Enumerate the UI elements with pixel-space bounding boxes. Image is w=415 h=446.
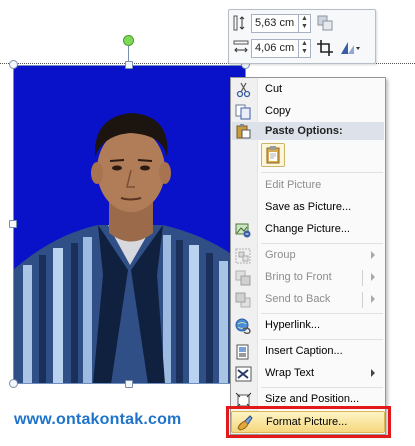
- paste-keep-formatting-button[interactable]: [261, 143, 285, 167]
- picture-styles-icon[interactable]: [339, 39, 360, 57]
- menu-separator: [261, 313, 383, 314]
- copy-icon: [235, 104, 252, 120]
- height-spinner[interactable]: ▲ ▼: [299, 13, 311, 33]
- group-icon: [235, 248, 252, 264]
- menu-item-insert-caption[interactable]: Insert Caption...: [231, 341, 385, 363]
- paste-options-header: Paste Options:: [232, 122, 384, 140]
- menu-item-bring-to-front[interactable]: Bring to Front: [231, 267, 385, 289]
- menu-item-cut[interactable]: Cut: [231, 79, 385, 101]
- menu-separator: [261, 387, 383, 388]
- rotate-handle[interactable]: [123, 35, 134, 46]
- menu-label-send-to-back: Send to Back: [265, 293, 331, 305]
- send-to-back-icon: [235, 292, 252, 308]
- menu-label-save-as-picture: Save as Picture...: [265, 201, 352, 213]
- resize-handle-bottom-left[interactable]: [9, 379, 18, 388]
- resize-handle-left[interactable]: [9, 220, 17, 228]
- crop-icon[interactable]: [316, 39, 334, 57]
- submenu-arrow-icon: [371, 273, 375, 281]
- resize-handle-bottom[interactable]: [125, 380, 133, 388]
- menu-label-cut: Cut: [265, 83, 283, 95]
- menu-label-bring-to-front: Bring to Front: [265, 271, 332, 283]
- menu-item-send-to-back[interactable]: Send to Back: [231, 289, 385, 311]
- menu-separator: [261, 243, 383, 244]
- paste-icon: [235, 123, 251, 139]
- menu-label-wrap-text: Wrap Text: [265, 367, 315, 379]
- scissors-icon: [235, 82, 252, 98]
- menu-label-hyperlink: Hyperlink...: [265, 319, 321, 331]
- menu-separator: [261, 339, 383, 340]
- bring-to-front-icon: [235, 270, 252, 286]
- context-menu: Cut Copy Paste Options: Edit Picture Sav…: [230, 77, 386, 435]
- menu-label-size-and-position: Size and Position...: [265, 393, 360, 405]
- menu-item-edit-picture[interactable]: Edit Picture: [231, 175, 385, 197]
- shape-height-field[interactable]: 5,63 cm: [251, 13, 299, 33]
- rotation-stem: [128, 44, 129, 62]
- menu-item-save-as-picture[interactable]: Save as Picture...: [231, 197, 385, 219]
- website-watermark: www.ontakontak.com: [14, 411, 182, 428]
- menu-label-copy: Copy: [265, 105, 291, 117]
- submenu-arrow-icon: [371, 369, 375, 377]
- selected-photo[interactable]: [13, 65, 246, 384]
- document-canvas: { "mini_toolbar": { "height_value": "5,6…: [0, 0, 415, 446]
- portrait-image: [13, 65, 246, 384]
- resize-handle-top-left[interactable]: [9, 60, 18, 69]
- menu-item-hyperlink[interactable]: Hyperlink...: [231, 315, 385, 337]
- menu-label-edit-picture: Edit Picture: [265, 179, 322, 191]
- hyperlink-icon: [235, 318, 252, 335]
- submenu-arrow-icon: [371, 295, 375, 303]
- insert-caption-icon: [235, 344, 252, 360]
- clipboard-icon: [266, 146, 280, 164]
- width-spinner[interactable]: ▲ ▼: [299, 38, 311, 58]
- split-divider: [362, 292, 363, 308]
- shape-width-icon: [233, 40, 249, 56]
- resize-handle-top[interactable]: [125, 61, 133, 69]
- menu-separator: [261, 172, 383, 173]
- shape-width-field[interactable]: 4,06 cm: [251, 38, 299, 58]
- menu-item-change-picture[interactable]: Change Picture...: [231, 219, 385, 241]
- shape-height-icon: [233, 15, 249, 31]
- menu-label-insert-caption: Insert Caption...: [265, 345, 343, 357]
- split-divider: [362, 270, 363, 286]
- mini-toolbar: 5,63 cm ▲ ▼ 4,06 cm ▲ ▼: [228, 9, 376, 64]
- menu-label-change-picture: Change Picture...: [265, 223, 350, 235]
- wrap-text-icon: [235, 366, 252, 382]
- menu-item-group[interactable]: Group: [231, 245, 385, 267]
- highlight-outline: [226, 406, 391, 438]
- menu-label-paste-options: Paste Options:: [265, 125, 343, 137]
- change-picture-icon: [235, 222, 252, 238]
- menu-item-copy[interactable]: Copy: [231, 101, 385, 123]
- menu-label-group: Group: [265, 249, 296, 261]
- menu-item-wrap-text[interactable]: Wrap Text: [231, 363, 385, 385]
- submenu-arrow-icon: [371, 251, 375, 259]
- bring-forward-icon[interactable]: [316, 14, 334, 32]
